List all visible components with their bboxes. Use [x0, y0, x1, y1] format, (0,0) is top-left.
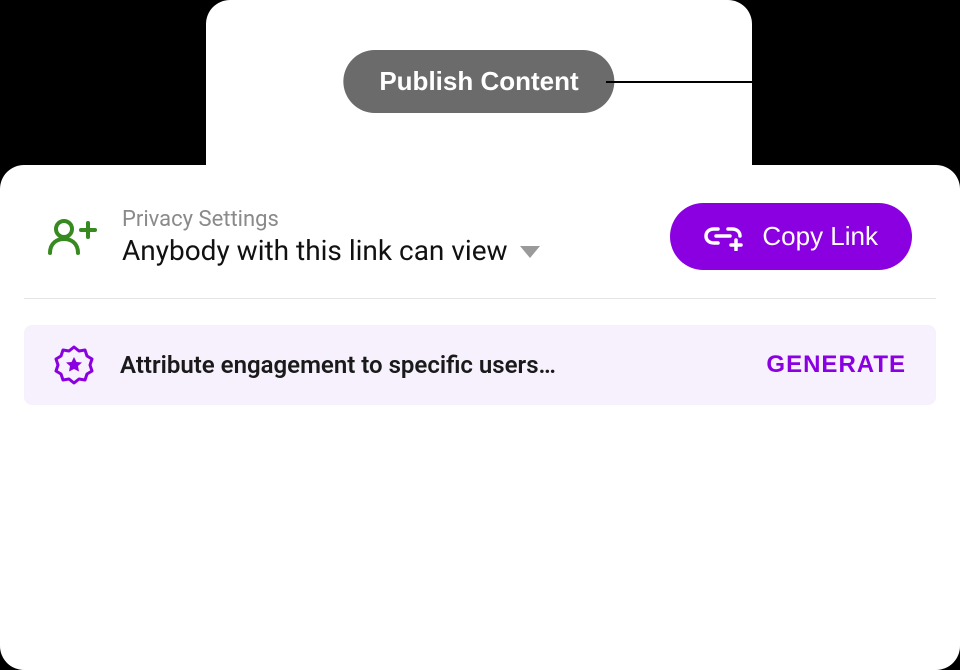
attribution-bar: Attribute engagement to specific users… …: [24, 325, 936, 405]
generate-button[interactable]: GENERATE: [766, 351, 906, 379]
share-header: Privacy Settings Anybody with this link …: [24, 203, 936, 299]
person-add-icon: [48, 219, 98, 255]
privacy-dropdown[interactable]: Anybody with this link can view: [122, 234, 646, 267]
privacy-settings: Privacy Settings Anybody with this link …: [122, 207, 646, 267]
link-add-icon: [704, 223, 746, 251]
attribution-text: Attribute engagement to specific users…: [120, 351, 740, 379]
publish-content-button[interactable]: Publish Content: [343, 50, 614, 113]
copy-link-label: Copy Link: [762, 221, 878, 252]
star-badge-icon: [54, 345, 94, 385]
privacy-value: Anybody with this link can view: [122, 234, 508, 267]
connector-line: [606, 81, 794, 83]
chevron-down-icon: [520, 246, 540, 258]
privacy-label: Privacy Settings: [122, 207, 646, 232]
share-panel: Privacy Settings Anybody with this link …: [0, 165, 960, 670]
copy-link-button[interactable]: Copy Link: [670, 203, 912, 270]
